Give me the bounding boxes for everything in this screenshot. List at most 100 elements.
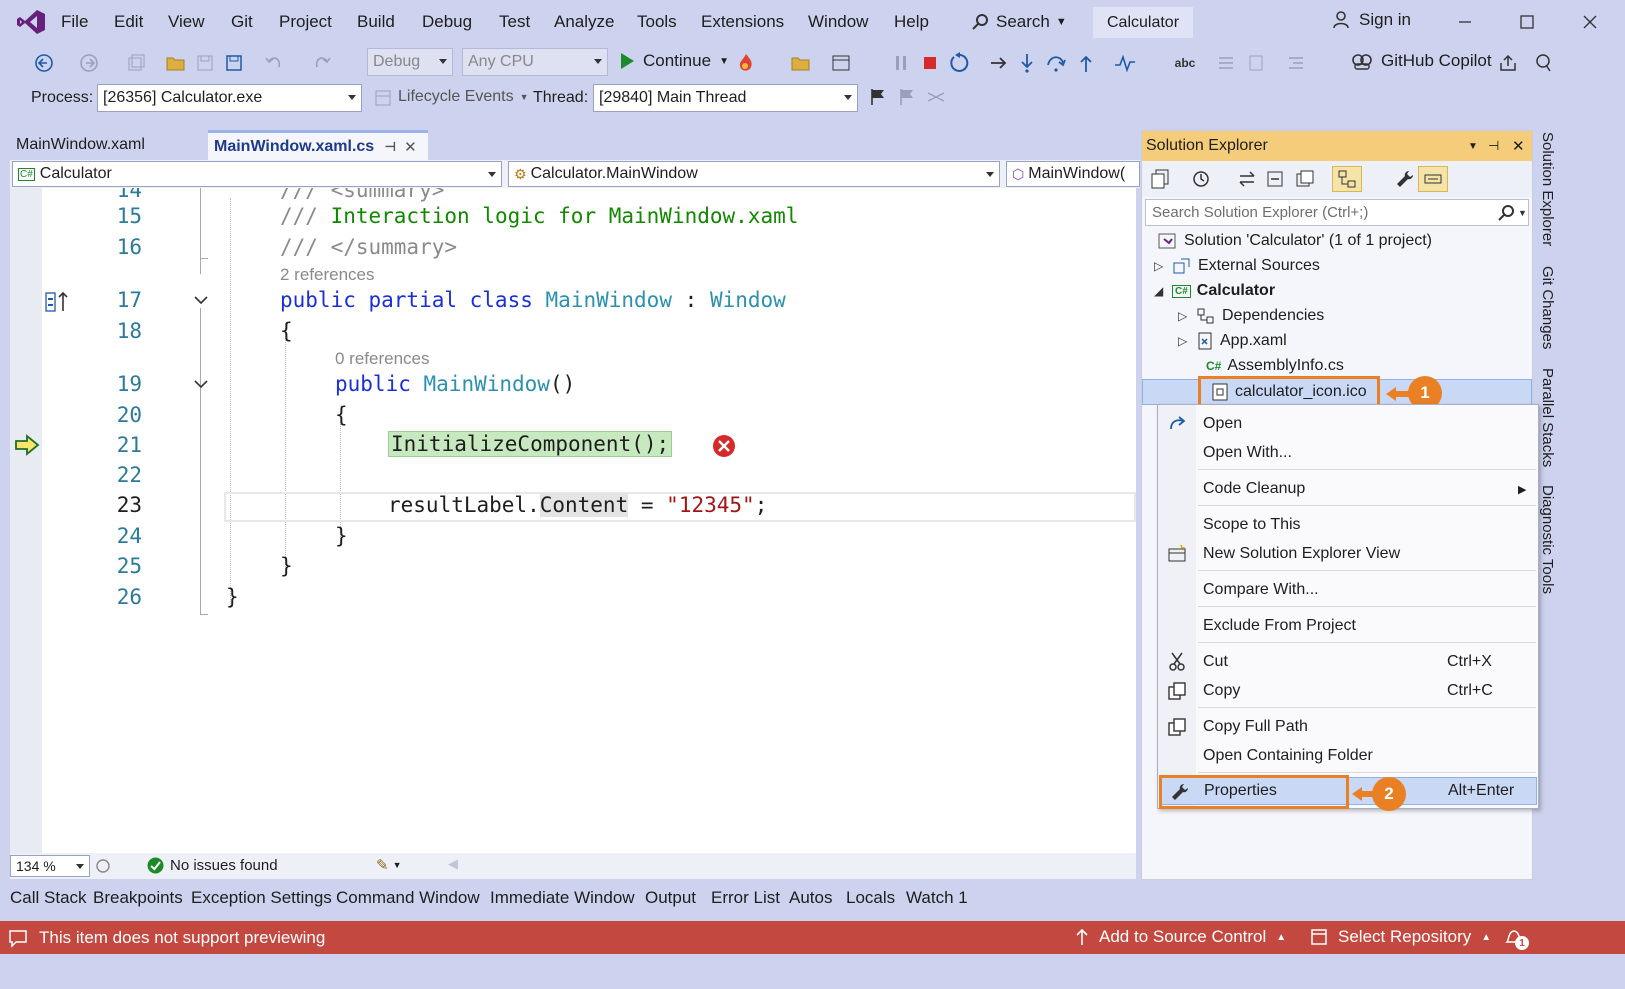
show-next-statement-icon[interactable]	[988, 52, 1010, 74]
tab-call-stack[interactable]: Call Stack	[10, 888, 87, 908]
tab-watch-1[interactable]: Watch 1	[906, 888, 968, 908]
maximize-button[interactable]	[1512, 8, 1542, 36]
menu-analyze[interactable]: Analyze	[554, 12, 614, 32]
close-window-button[interactable]	[1575, 8, 1605, 36]
side-tab-diagnostic-tools[interactable]: Diagnostic Tools	[1539, 485, 1556, 594]
tab-error-list[interactable]: Error List	[711, 888, 780, 908]
flag-icon[interactable]	[867, 86, 889, 108]
side-tab-parallel-stacks[interactable]: Parallel Stacks	[1539, 368, 1556, 467]
chevron-down-icon[interactable]: ▼	[1518, 208, 1527, 218]
tab-autos[interactable]: Autos	[789, 888, 832, 908]
share-icon[interactable]	[1497, 52, 1519, 74]
collapse-all-icon[interactable]	[1264, 168, 1286, 190]
tab-immediate-window[interactable]: Immediate Window	[490, 888, 635, 908]
diagnostics-icon[interactable]	[1114, 52, 1136, 74]
menu-item-code-cleanup[interactable]: Code Cleanup ▶	[1158, 475, 1538, 503]
lifecycle-events-dropdown[interactable]: Lifecycle Events ▼	[398, 88, 529, 106]
menu-file[interactable]: File	[61, 12, 88, 32]
sync-icon[interactable]	[1236, 168, 1258, 190]
menu-item-compare-with[interactable]: Compare With...	[1158, 576, 1538, 604]
tree-item-solution[interactable]: Solution 'Calculator' (1 of 1 project)	[1158, 229, 1432, 253]
restart-icon[interactable]	[948, 52, 970, 74]
project-nav-dropdown[interactable]: C# Calculator	[12, 161, 502, 187]
tab-mainwindow-xaml[interactable]: MainWindow.xaml	[10, 130, 206, 160]
step-into-icon[interactable]	[1016, 52, 1038, 74]
menu-tools[interactable]: Tools	[637, 12, 677, 32]
side-tab-solution-explorer[interactable]: Solution Explorer	[1539, 132, 1556, 246]
process-dropdown[interactable]: [26356] Calculator.exe	[97, 84, 362, 112]
tab-locals[interactable]: Locals	[846, 888, 895, 908]
browser-link-icon[interactable]	[830, 52, 852, 74]
menu-test[interactable]: Test	[499, 12, 530, 32]
collapse-chevron-icon[interactable]	[193, 294, 209, 306]
error-icon[interactable]	[712, 434, 736, 458]
menu-extensions[interactable]: Extensions	[701, 12, 784, 32]
configuration-dropdown[interactable]: Debug	[367, 48, 453, 76]
issues-indicator[interactable]: No issues found	[147, 857, 278, 874]
tree-item-dependencies[interactable]: ▷ Dependencies	[1178, 304, 1324, 328]
step-out-icon[interactable]	[1075, 52, 1097, 74]
class-nav-dropdown[interactable]: ⚙ Calculator.MainWindow	[508, 161, 1000, 187]
github-copilot-button[interactable]: GitHub Copilot	[1351, 51, 1492, 71]
collapse-chevron-icon[interactable]	[193, 378, 209, 390]
show-all-files-icon[interactable]	[1294, 168, 1316, 190]
copilot-status-icon[interactable]	[94, 857, 112, 875]
track-active-item-icon[interactable]	[1332, 166, 1362, 192]
member-nav-dropdown[interactable]: ⬡ MainWindow(	[1006, 161, 1140, 187]
platform-dropdown[interactable]: Any CPU	[462, 48, 608, 76]
menu-item-open[interactable]: Open	[1158, 410, 1538, 438]
menu-item-scope-to-this[interactable]: Scope to This	[1158, 511, 1538, 539]
save-all-icon[interactable]	[223, 52, 245, 74]
select-repository-button[interactable]: Select Repository ▲	[1310, 927, 1491, 947]
close-icon[interactable]: ✕	[404, 138, 417, 156]
back-icon[interactable]	[33, 52, 55, 74]
collapse-arrow-icon[interactable]: ◢	[1154, 284, 1166, 298]
code-cleanup-button[interactable]: ✎ ▼	[376, 856, 402, 874]
menu-git[interactable]: Git	[231, 12, 253, 32]
menu-item-exclude-from-project[interactable]: Exclude From Project	[1158, 612, 1538, 640]
folder-view-icon[interactable]	[790, 52, 812, 74]
solution-search-input[interactable]: Search Solution Explorer (Ctrl+;) ▼	[1145, 199, 1529, 226]
codelens-references[interactable]: 0 references	[335, 349, 430, 369]
global-search[interactable]: Search ▼	[972, 6, 1082, 38]
code-editor[interactable]: 14 15 16 17 18 19 20 21 22 23 24 25 26 /…	[10, 188, 1136, 853]
menu-item-cut[interactable]: Cut Ctrl+X	[1158, 648, 1538, 676]
codelens-references[interactable]: 2 references	[280, 265, 375, 285]
open-folder-icon[interactable]	[165, 52, 187, 74]
menu-help[interactable]: Help	[894, 12, 929, 32]
menu-item-copy-full-path[interactable]: Copy Full Path	[1158, 713, 1538, 741]
pin-icon[interactable]: ⊣	[384, 139, 396, 155]
pin-icon[interactable]: ⊣	[1488, 138, 1499, 154]
stop-icon[interactable]	[919, 52, 941, 74]
tree-item-external-sources[interactable]: ▷ External Sources	[1154, 254, 1320, 278]
feedback-icon[interactable]	[1532, 52, 1554, 74]
step-over-icon[interactable]	[1045, 52, 1067, 74]
pending-changes-icon[interactable]	[1190, 168, 1212, 190]
menu-item-copy[interactable]: Copy Ctrl+C	[1158, 677, 1538, 705]
uncomment-icon[interactable]	[1245, 52, 1267, 74]
menu-view[interactable]: View	[168, 12, 205, 32]
preview-selected-icon[interactable]	[1418, 166, 1448, 192]
hot-reload-icon[interactable]	[735, 52, 757, 74]
tab-command-window[interactable]: Command Window	[336, 888, 480, 908]
menu-edit[interactable]: Edit	[114, 12, 143, 32]
tab-output[interactable]: Output	[645, 888, 696, 908]
menu-project[interactable]: Project	[279, 12, 332, 32]
properties-wrench-icon[interactable]	[1394, 168, 1416, 190]
close-icon[interactable]: ✕	[1512, 137, 1525, 155]
continue-button[interactable]: Continue ▼	[619, 51, 729, 71]
menu-build[interactable]: Build	[357, 12, 395, 32]
spell-check-icon[interactable]: abc	[1174, 52, 1196, 74]
notifications-bell-icon[interactable]: 1	[1503, 926, 1529, 950]
dropdown-icon[interactable]: ▼	[1468, 141, 1478, 152]
indent-icon[interactable]	[1285, 52, 1307, 74]
menu-item-open-with[interactable]: Open With...	[1158, 439, 1538, 467]
tab-mainwindow-xaml-cs[interactable]: MainWindow.xaml.cs ⊣ ✕	[208, 130, 428, 160]
expand-arrow-icon[interactable]: ▷	[1178, 309, 1190, 323]
flag-all-icon[interactable]	[896, 86, 918, 108]
save-icon[interactable]	[194, 52, 216, 74]
tree-item-assemblyinfo[interactable]: C# AssemblyInfo.cs	[1206, 354, 1344, 378]
new-item-icon[interactable]	[125, 52, 147, 74]
menu-item-new-solution-explorer-view[interactable]: New Solution Explorer View	[1158, 540, 1538, 568]
tree-item-app-xaml[interactable]: ▷ App.xaml	[1178, 329, 1287, 353]
